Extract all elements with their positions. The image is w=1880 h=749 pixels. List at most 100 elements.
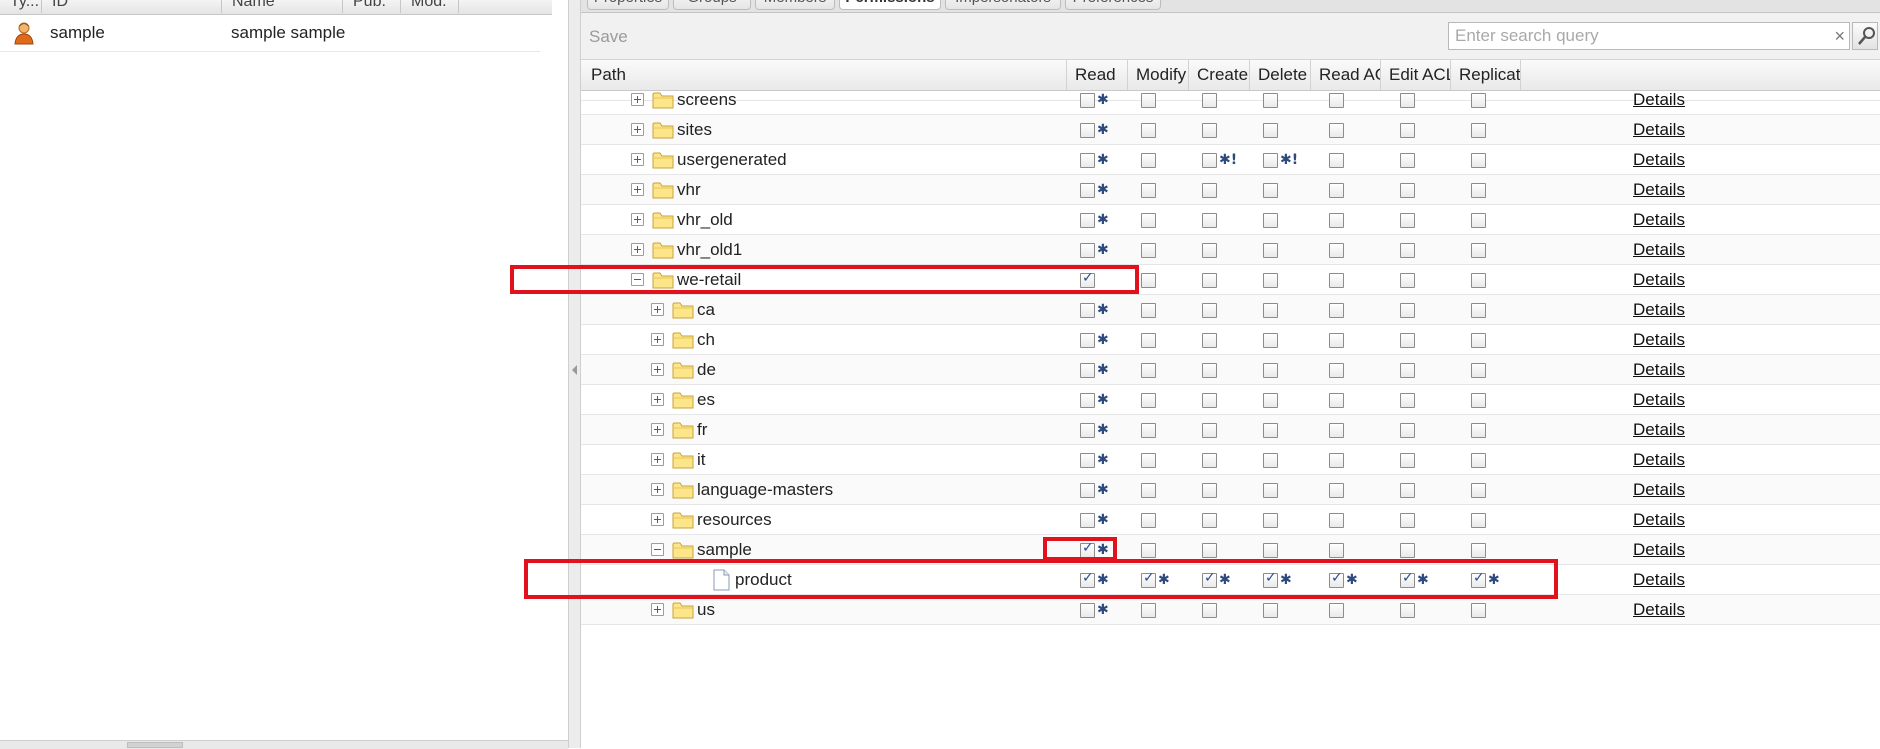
create-checkbox[interactable] [1202, 483, 1217, 498]
read-checkbox[interactable] [1080, 213, 1095, 228]
search-button[interactable] [1852, 22, 1878, 50]
read-acl-checkbox[interactable] [1329, 183, 1344, 198]
expand-icon[interactable] [651, 603, 664, 616]
column-header-read[interactable]: Read [1067, 60, 1128, 90]
column-header-replicate[interactable]: Replicate [1451, 60, 1521, 90]
create-checkbox[interactable] [1202, 213, 1217, 228]
expand-icon[interactable] [651, 363, 664, 376]
details-link[interactable]: Details [1633, 235, 1685, 265]
read-checkbox[interactable] [1080, 123, 1095, 138]
tree-row-ch[interactable]: ch ✱ Details [581, 325, 1880, 355]
tree-row-usergenerated[interactable]: usergenerated ✱ ✱! ✱! Details [581, 145, 1880, 175]
collapse-arrow-icon[interactable] [572, 365, 577, 375]
create-checkbox[interactable] [1202, 273, 1217, 288]
details-link[interactable]: Details [1633, 535, 1685, 565]
modify-checkbox[interactable] [1141, 363, 1156, 378]
replicate-checkbox[interactable] [1471, 603, 1486, 618]
expand-icon[interactable] [631, 153, 644, 166]
replicate-checkbox[interactable] [1471, 303, 1486, 318]
user-row[interactable]: sample sample sample [0, 15, 540, 52]
delete-checkbox[interactable] [1263, 603, 1278, 618]
create-checkbox[interactable] [1202, 333, 1217, 348]
tab-members[interactable]: Members [755, 0, 835, 10]
tree-row-we-retail[interactable]: we-retail Details [581, 265, 1880, 295]
search-input[interactable] [1450, 24, 1820, 48]
replicate-checkbox[interactable] [1471, 363, 1486, 378]
delete-checkbox[interactable] [1263, 153, 1278, 168]
create-checkbox[interactable] [1202, 513, 1217, 528]
tree-row-product[interactable]: product ✱ ✱ ✱ ✱ ✱ ✱ ✱ Details [581, 565, 1880, 595]
expand-icon[interactable] [651, 513, 664, 526]
read-checkbox[interactable] [1080, 363, 1095, 378]
read-acl-checkbox[interactable] [1329, 483, 1344, 498]
panel-splitter[interactable] [569, 0, 581, 748]
edit-acl-checkbox[interactable] [1400, 603, 1415, 618]
tree-row-es[interactable]: es ✱ Details [581, 385, 1880, 415]
modify-checkbox[interactable] [1141, 153, 1156, 168]
create-checkbox[interactable] [1202, 243, 1217, 258]
read-acl-checkbox[interactable] [1329, 153, 1344, 168]
delete-checkbox[interactable] [1263, 363, 1278, 378]
create-checkbox[interactable] [1202, 543, 1217, 558]
details-link[interactable]: Details [1633, 115, 1685, 145]
expand-icon[interactable] [651, 453, 664, 466]
expand-icon[interactable] [651, 393, 664, 406]
modify-checkbox[interactable] [1141, 453, 1156, 468]
modify-checkbox[interactable] [1141, 513, 1156, 528]
expand-icon[interactable] [631, 243, 644, 256]
expand-icon[interactable] [651, 333, 664, 346]
read-checkbox[interactable] [1080, 453, 1095, 468]
modify-checkbox[interactable] [1141, 333, 1156, 348]
column-header-mod[interactable]: Mod. [401, 0, 459, 13]
delete-checkbox[interactable] [1263, 513, 1278, 528]
create-checkbox[interactable] [1202, 453, 1217, 468]
collapse-icon[interactable] [651, 543, 664, 556]
tab-impersonators[interactable]: Impersonators [945, 0, 1061, 10]
create-checkbox[interactable] [1202, 183, 1217, 198]
create-checkbox[interactable] [1202, 303, 1217, 318]
tree-row-sample[interactable]: sample ✱ Details [581, 535, 1880, 565]
modify-checkbox[interactable] [1141, 243, 1156, 258]
column-header-read-acl[interactable]: Read ACL [1311, 60, 1381, 90]
replicate-checkbox[interactable] [1471, 213, 1486, 228]
delete-checkbox[interactable] [1263, 393, 1278, 408]
create-checkbox[interactable] [1202, 423, 1217, 438]
column-header-name[interactable]: Name [222, 0, 343, 13]
edit-acl-checkbox[interactable] [1400, 183, 1415, 198]
replicate-checkbox[interactable] [1471, 453, 1486, 468]
modify-checkbox[interactable] [1141, 183, 1156, 198]
read-acl-checkbox[interactable] [1329, 513, 1344, 528]
read-acl-checkbox[interactable] [1329, 93, 1344, 108]
replicate-checkbox[interactable] [1471, 570, 1486, 588]
tree-row-vhr_old[interactable]: vhr_old ✱ Details [581, 205, 1880, 235]
create-checkbox[interactable] [1202, 153, 1217, 168]
tree-row-sites[interactable]: sites ✱ Details [581, 115, 1880, 145]
expand-icon[interactable] [631, 123, 644, 136]
expand-icon[interactable] [651, 483, 664, 496]
tab-preferences[interactable]: Preferences [1065, 0, 1161, 10]
create-checkbox[interactable] [1202, 123, 1217, 138]
delete-checkbox[interactable] [1263, 273, 1278, 288]
replicate-checkbox[interactable] [1471, 93, 1486, 108]
edit-acl-checkbox[interactable] [1400, 333, 1415, 348]
details-link[interactable]: Details [1633, 385, 1685, 415]
replicate-checkbox[interactable] [1471, 423, 1486, 438]
edit-acl-checkbox[interactable] [1400, 273, 1415, 288]
tree-row-us[interactable]: us ✱ Details [581, 595, 1880, 625]
create-checkbox[interactable] [1202, 93, 1217, 108]
modify-checkbox[interactable] [1141, 570, 1156, 588]
edit-acl-checkbox[interactable] [1400, 570, 1415, 588]
edit-acl-checkbox[interactable] [1400, 243, 1415, 258]
modify-checkbox[interactable] [1141, 423, 1156, 438]
tree-row-vhr[interactable]: vhr ✱ Details [581, 175, 1880, 205]
read-acl-checkbox[interactable] [1329, 333, 1344, 348]
read-acl-checkbox[interactable] [1329, 393, 1344, 408]
scrollbar-thumb[interactable] [127, 742, 183, 748]
modify-checkbox[interactable] [1141, 483, 1156, 498]
column-header-delete[interactable]: Delete [1250, 60, 1311, 90]
expand-icon[interactable] [651, 303, 664, 316]
edit-acl-checkbox[interactable] [1400, 453, 1415, 468]
tab-permissions[interactable]: Permissions [839, 0, 941, 10]
edit-acl-checkbox[interactable] [1400, 543, 1415, 558]
read-acl-checkbox[interactable] [1329, 363, 1344, 378]
